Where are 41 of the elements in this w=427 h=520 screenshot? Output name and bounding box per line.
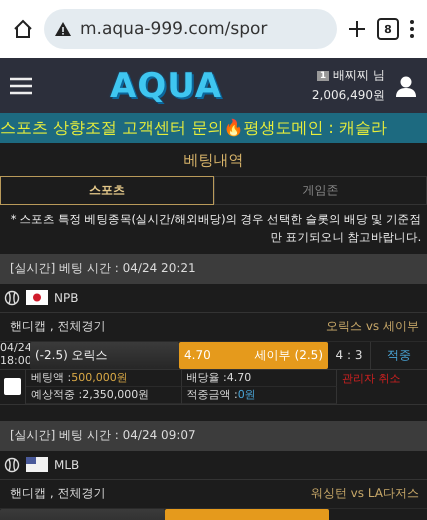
matchup: 오릭스 vs 세이부 bbox=[326, 318, 419, 336]
market-type: 핸디캡 , 전체경기 bbox=[10, 485, 106, 502]
team-name: 세이부 (2.5) bbox=[254, 346, 323, 364]
flag-icon bbox=[26, 457, 48, 472]
username: 배찌찌 님 bbox=[333, 67, 385, 84]
baseball-icon bbox=[4, 290, 20, 306]
user-icon[interactable] bbox=[395, 74, 417, 96]
notice-text: * 스포츠 특정 베팅종목(실시간/해외배당)의 경우 선택한 슬롯의 배당 및 기준점만 표기되오니 참고바랍니다. bbox=[10, 211, 422, 246]
home-icon[interactable] bbox=[12, 18, 34, 40]
tab[interactable]: 게임존 bbox=[214, 176, 427, 205]
baseball-icon bbox=[4, 456, 20, 473]
flag-icon bbox=[26, 290, 48, 306]
announcement: 스포츠 상향조절 고객센터 문의🔥평생도메인 : 캐슬라 bbox=[0, 118, 387, 138]
matchup: 워싱턴 vs LA다저스 bbox=[310, 485, 419, 502]
checkbox[interactable] bbox=[4, 378, 21, 396]
balance: 2,006,490원 bbox=[312, 87, 385, 104]
bet-time: [실시간] 베팅 시간 : 04/24 20:21 bbox=[0, 254, 427, 284]
level-badge: 1 bbox=[316, 70, 330, 80]
bet-status: 관리자 취소 bbox=[342, 370, 400, 386]
tab-count[interactable]: 8 bbox=[377, 18, 399, 40]
bet-amount: 베팅액 :500,000원 bbox=[31, 370, 128, 386]
logo[interactable]: AQUA bbox=[110, 66, 222, 106]
score: 4 : 3 bbox=[336, 348, 362, 362]
odds-value: 4.70 bbox=[184, 348, 211, 362]
result: 적중 bbox=[387, 346, 411, 364]
win-amount: 적중금액 :0원 bbox=[186, 387, 256, 402]
tab[interactable]: 스포츠 bbox=[0, 176, 214, 205]
league-name: NPB bbox=[54, 290, 78, 305]
league-name: MLB bbox=[54, 458, 80, 472]
bet-time: [실시간] 베팅 시간 : 04/24 09:07 bbox=[0, 420, 427, 451]
warning-icon bbox=[54, 21, 72, 37]
menu-icon[interactable] bbox=[10, 76, 32, 94]
menu-icon[interactable] bbox=[409, 19, 415, 39]
home-pick[interactable]: (-2.5) 오릭스 bbox=[30, 342, 179, 369]
address-bar[interactable]: m.aqua-999.com/spor bbox=[44, 9, 337, 49]
game-date: 04/24 bbox=[0, 342, 30, 356]
expected-win: 예상적중 :2,350,000원 bbox=[31, 387, 150, 402]
market-type: 핸디캡 , 전체경기 bbox=[10, 318, 106, 336]
page-title: 베팅내역 bbox=[182, 150, 244, 171]
new-tab-icon[interactable] bbox=[347, 19, 367, 39]
odds-rate: 배당율 :4.70 bbox=[186, 370, 252, 386]
